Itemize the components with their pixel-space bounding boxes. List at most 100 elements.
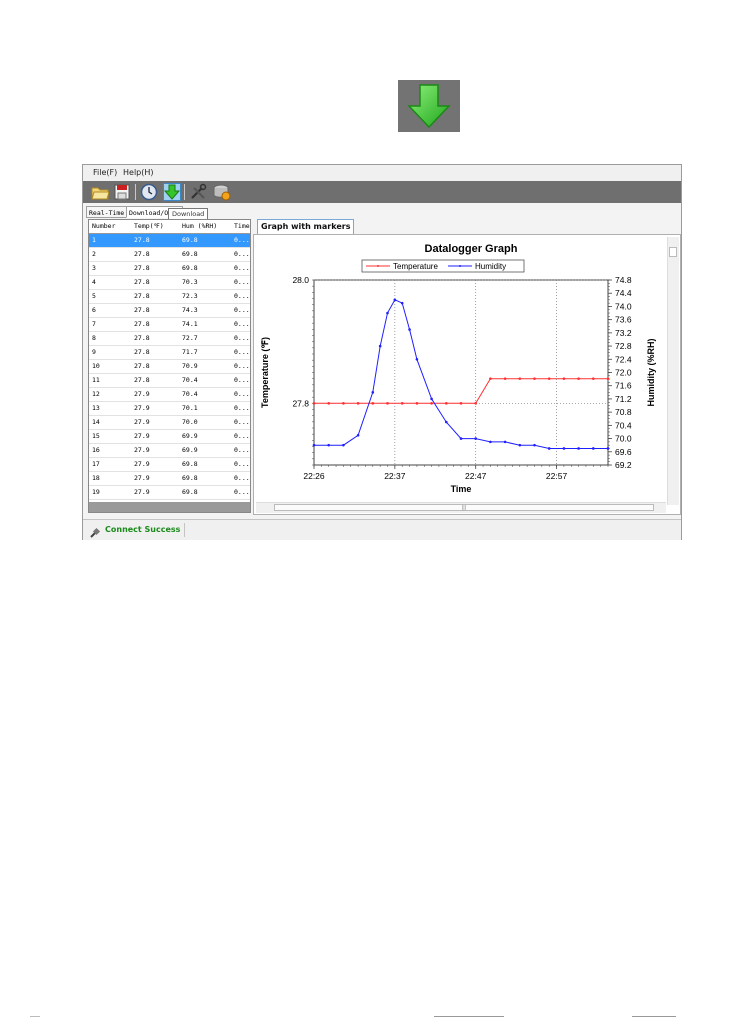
table-row[interactable]: 3 27.8 69.8 0...	[89, 262, 250, 276]
column-header[interactable]: Time	[234, 220, 250, 233]
clock-icon[interactable]	[140, 183, 158, 201]
table-cell: 27.9	[134, 488, 150, 496]
table-cell: 0...	[234, 250, 250, 258]
datalogger-window: File(F) Help(H) Real-Time Download/Open …	[82, 164, 682, 540]
data-point-temperature	[474, 402, 477, 405]
y2-tick-label: 71.2	[615, 394, 632, 404]
table-cell: 0...	[234, 236, 250, 244]
data-point-temperature	[400, 402, 404, 405]
data-point-humidity	[562, 447, 566, 450]
data-point-humidity	[408, 328, 411, 331]
table-row[interactable]: 5 27.8 72.3 0...	[89, 290, 250, 304]
table-cell: 27.8	[134, 292, 150, 300]
data-point-temperature	[342, 402, 345, 405]
data-point-humidity	[474, 437, 477, 440]
data-point-temperature	[459, 402, 463, 405]
menu-bar: File(F) Help(H)	[83, 165, 681, 181]
table-cell: 27.8	[134, 348, 150, 356]
status-bar: Connect Success	[83, 519, 681, 540]
column-header[interactable]: Hum (%RH)	[182, 220, 230, 233]
y-tick-label: 28.0	[292, 275, 309, 285]
table-cell: 27.9	[134, 460, 150, 468]
y2-tick-label: 72.8	[615, 341, 632, 351]
legend-marker-temperature	[377, 265, 379, 267]
open-folder-icon[interactable]	[91, 183, 110, 201]
data-point-temperature	[592, 377, 595, 380]
table-row[interactable]: 11 27.8 70.4 0...	[89, 374, 250, 388]
data-point-humidity	[393, 298, 397, 302]
table-cell: 72.3	[182, 292, 198, 300]
page-rule	[632, 1016, 676, 1017]
graph-vertical-scrollbar[interactable]	[667, 237, 679, 505]
table-row[interactable]: 19 27.9 69.8 0...	[89, 486, 250, 500]
table-horizontal-scrollbar[interactable]	[89, 502, 250, 512]
table-row[interactable]: 13 27.9 70.1 0...	[89, 402, 250, 416]
data-point-temperature	[577, 377, 580, 380]
table-cell: 10	[92, 362, 100, 370]
column-header[interactable]: Temp(℉)	[134, 220, 178, 233]
database-icon[interactable]	[213, 183, 231, 201]
table-row[interactable]: 9 27.8 71.7 0...	[89, 346, 250, 360]
table-cell: 0...	[234, 278, 250, 286]
scroll-thumb[interactable]: |||	[274, 504, 654, 511]
y2-tick-label: 74.0	[615, 301, 632, 311]
table-cell: 0...	[234, 404, 250, 412]
table-row[interactable]: 14 27.9 70.0 0...	[89, 416, 250, 430]
tools-icon[interactable]	[189, 183, 207, 201]
y2-tick-label: 70.8	[615, 407, 632, 417]
data-point-temperature	[489, 377, 492, 380]
save-icon[interactable]	[113, 183, 131, 201]
menu-file[interactable]: File(F)	[93, 168, 117, 177]
y2-tick-label: 69.6	[615, 447, 632, 457]
table-cell: 69.8	[182, 488, 198, 496]
table-row[interactable]: 16 27.9 69.9 0...	[89, 444, 250, 458]
data-point-temperature	[533, 377, 536, 380]
data-point-humidity	[459, 437, 463, 440]
scroll-thumb[interactable]	[669, 247, 677, 257]
table-row[interactable]: 15 27.9 69.9 0...	[89, 430, 250, 444]
data-point-humidity	[445, 420, 448, 424]
table-row[interactable]: 6 27.8 74.3 0...	[89, 304, 250, 318]
table-cell: 0...	[234, 334, 250, 342]
table-cell: 7	[92, 320, 96, 328]
download-icon	[398, 80, 460, 132]
table-cell: 2	[92, 250, 96, 258]
table-cell: 27.9	[134, 446, 150, 454]
table-cell: 0...	[234, 460, 250, 468]
data-point-humidity	[371, 391, 375, 394]
table-cell: 70.4	[182, 376, 198, 384]
table-row[interactable]: 4 27.8 70.3 0...	[89, 276, 250, 290]
table-row[interactable]: 8 27.8 72.7 0...	[89, 332, 250, 346]
data-point-humidity	[606, 447, 610, 450]
x-tick-label: 22:26	[303, 471, 325, 481]
table-cell: 27.8	[134, 236, 150, 244]
table-row[interactable]: 18 27.9 69.8 0...	[89, 472, 250, 486]
table-row[interactable]: 10 27.8 70.9 0...	[89, 360, 250, 374]
download-button[interactable]	[163, 183, 181, 201]
data-point-humidity	[533, 443, 536, 447]
data-point-humidity	[378, 344, 382, 348]
table-row[interactable]: 7 27.8 74.1 0...	[89, 318, 250, 332]
graph-horizontal-scrollbar[interactable]: |||	[256, 502, 666, 513]
data-point-humidity	[518, 443, 522, 447]
y2-tick-label: 70.0	[615, 434, 632, 444]
table-cell: 15	[92, 432, 100, 440]
table-cell: 70.0	[182, 418, 198, 426]
table-row[interactable]: 17 27.9 69.8 0...	[89, 458, 250, 472]
table-row[interactable]: 2 27.8 69.8 0...	[89, 248, 250, 262]
table-cell: 27.9	[134, 432, 150, 440]
tab-realtime[interactable]: Real-Time	[86, 206, 128, 218]
table-cell: 0...	[234, 376, 250, 384]
menu-help[interactable]: Help(H)	[123, 168, 154, 177]
status-separator	[184, 523, 185, 537]
table-cell: 11	[92, 376, 100, 384]
table-cell: 69.9	[182, 432, 198, 440]
data-point-humidity	[430, 397, 433, 401]
page-rule	[30, 1016, 40, 1017]
column-header[interactable]: Number	[92, 220, 130, 233]
graph-panel: Datalogger Graph Temperature Humidity 22:26…	[253, 234, 681, 515]
table-row[interactable]: 1 27.8 69.8 0...	[89, 234, 250, 248]
table-cell: 0...	[234, 320, 250, 328]
table-row[interactable]: 12 27.9 70.4 0...	[89, 388, 250, 402]
tab-graph-with-markers[interactable]: Graph with markers	[257, 219, 355, 235]
